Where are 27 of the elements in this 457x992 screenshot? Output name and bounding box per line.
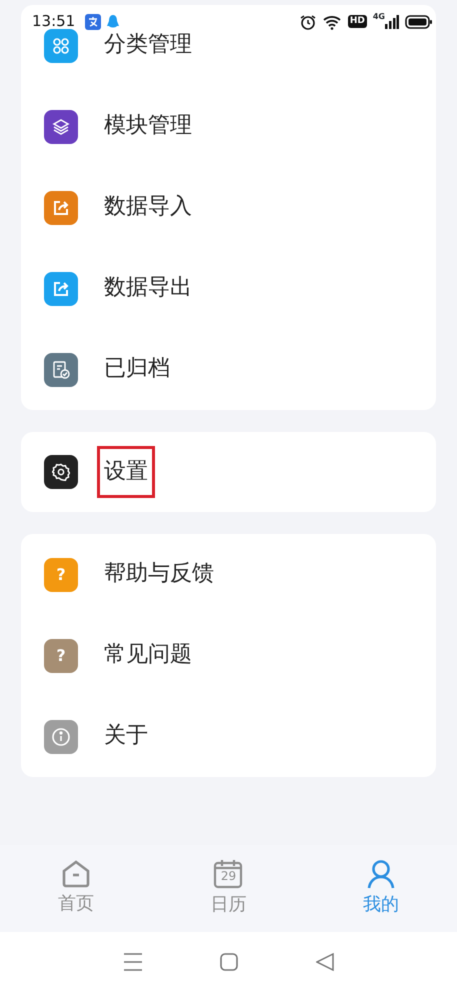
menu-item[interactable]: 帮助与反馈: [102, 557, 216, 592]
person-icon: [366, 859, 396, 889]
calendar-icon: [213, 859, 244, 889]
menu-item[interactable]: 模块管理: [102, 109, 194, 144]
menu-item[interactable]: 数据导出: [102, 271, 194, 306]
signal-icon: [385, 14, 399, 30]
menu-button[interactable]: [124, 953, 142, 971]
alarm-icon: [300, 14, 316, 30]
menu-item[interactable]: 数据导入: [102, 190, 194, 225]
app-icon: [85, 14, 102, 30]
wifi-icon: [322, 14, 342, 30]
status-time: 13:51: [32, 12, 76, 30]
back-button[interactable]: [316, 953, 334, 971]
battery-icon: [405, 14, 433, 30]
question-icon: ?: [44, 558, 78, 592]
menu-item[interactable]: 常见问题: [102, 638, 194, 673]
hd-badge: HD: [348, 15, 367, 28]
menu-item[interactable]: 已归档: [102, 352, 172, 387]
penguin-icon: [107, 14, 120, 30]
calendar-day: 29: [213, 869, 244, 883]
menu-item[interactable]: 关于: [102, 719, 150, 754]
home-button[interactable]: [220, 953, 238, 971]
menu-item[interactable]: 设置: [100, 448, 152, 496]
network-type: 4G: [372, 13, 385, 21]
question-icon: ?: [44, 638, 78, 672]
menu-item[interactable]: 分类管理: [102, 28, 194, 63]
home-icon: [61, 860, 92, 888]
